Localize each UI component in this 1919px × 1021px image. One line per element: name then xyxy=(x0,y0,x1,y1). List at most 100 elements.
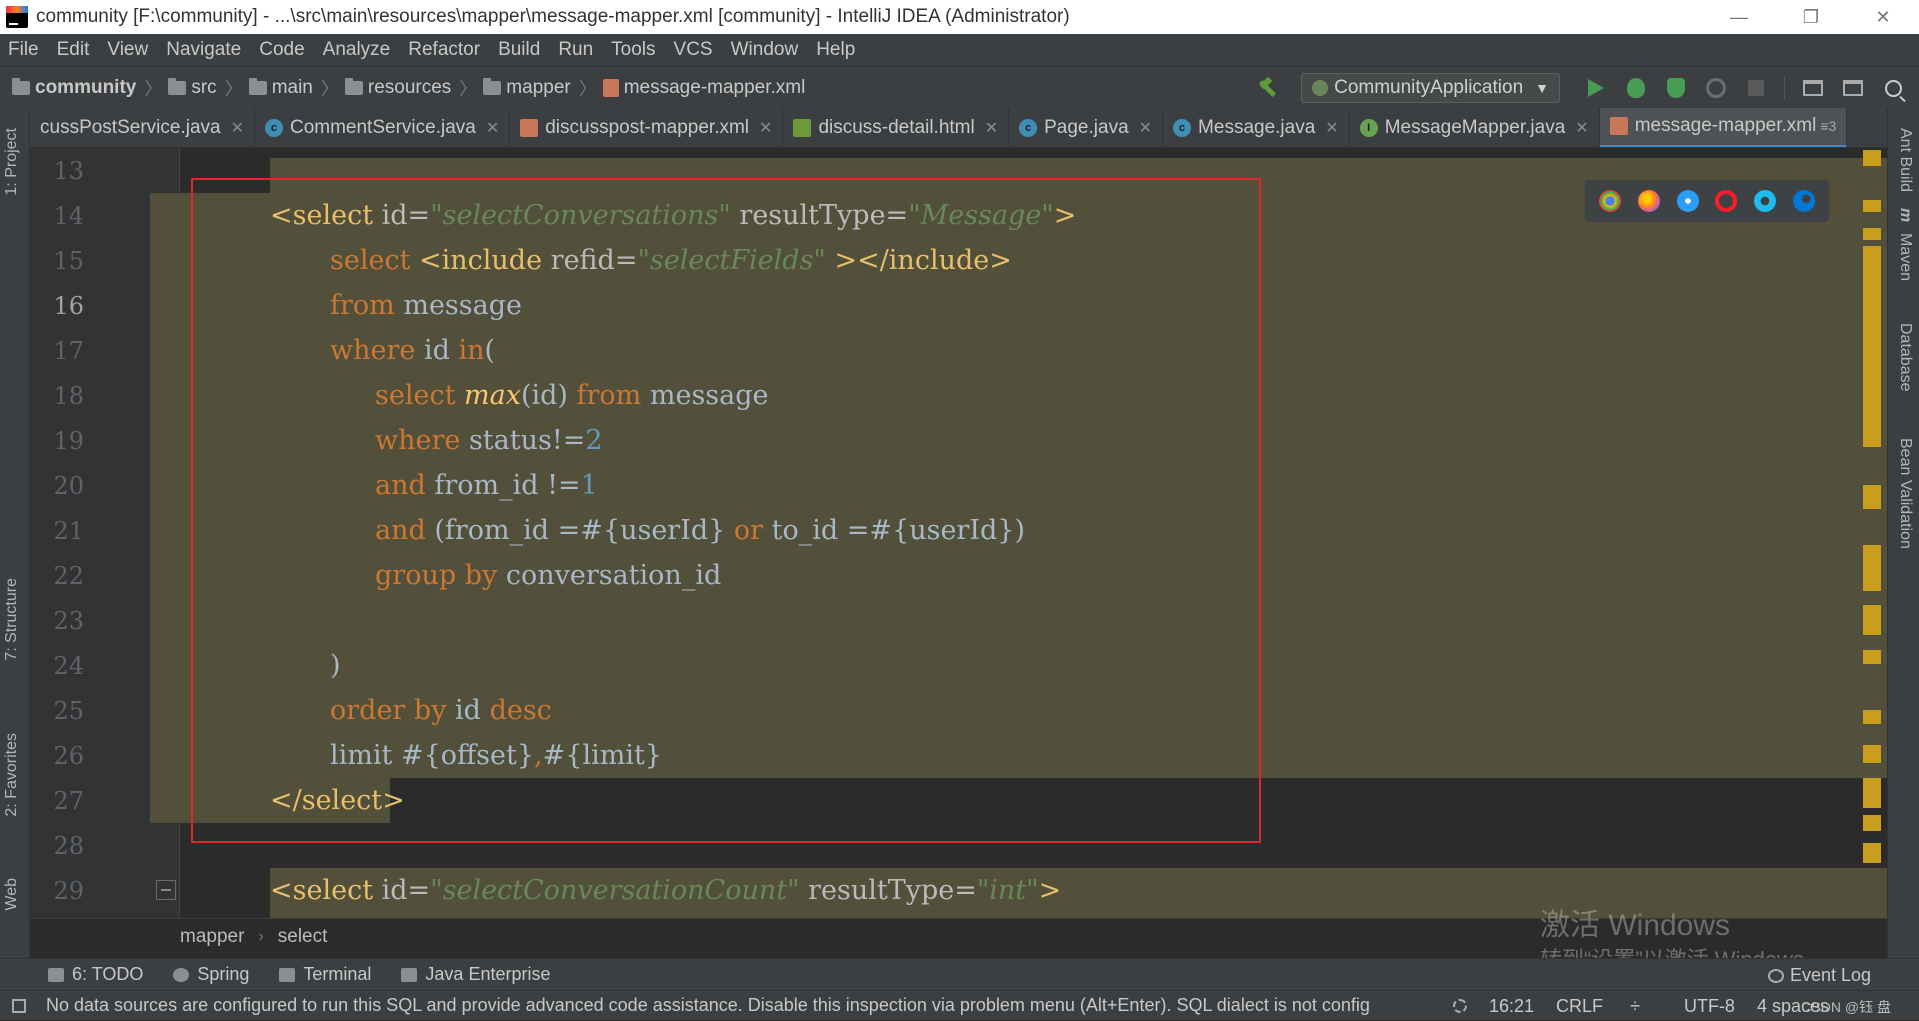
error-stripe[interactable] xyxy=(1863,150,1883,870)
stripe-marker[interactable] xyxy=(1863,710,1881,724)
stripe-marker[interactable] xyxy=(1863,150,1881,166)
line-number: 16 xyxy=(53,291,84,320)
todo-tool-button[interactable]: 6: TODO xyxy=(48,964,143,985)
menu-build[interactable]: Build xyxy=(498,39,540,61)
tab-messagemapper[interactable]: I MessageMapper.java ✕ xyxy=(1350,108,1600,147)
close-icon[interactable]: ✕ xyxy=(759,118,772,138)
tab-message-mapper[interactable]: message-mapper.xml ≡3 xyxy=(1599,108,1848,147)
opera-icon[interactable] xyxy=(1715,190,1738,212)
coverage-button[interactable] xyxy=(1664,76,1688,100)
firefox-icon[interactable] xyxy=(1637,190,1660,212)
run-button[interactable] xyxy=(1584,76,1608,100)
menu-edit[interactable]: Edit xyxy=(57,39,90,61)
line-number: 24 xyxy=(53,651,84,680)
tab-discuss-detail[interactable]: discuss-detail.html ✕ xyxy=(783,108,1010,147)
stripe-marker[interactable] xyxy=(1863,815,1881,831)
status-message: No data sources are configured to run th… xyxy=(46,995,1370,1015)
crumb-src[interactable]: src xyxy=(168,77,217,99)
folder-icon xyxy=(168,77,187,95)
code-line-26: limit #{offset}, #{limit} xyxy=(330,740,662,771)
stripe-marker[interactable] xyxy=(1863,485,1881,509)
close-icon[interactable]: ✕ xyxy=(1139,118,1152,138)
stripe-marker[interactable] xyxy=(1863,778,1881,808)
menu-navigate[interactable]: Navigate xyxy=(166,39,241,61)
build-hammer-icon[interactable] xyxy=(1257,77,1279,99)
tab-page[interactable]: c Page.java ✕ xyxy=(1009,108,1164,147)
safari-icon[interactable] xyxy=(1676,190,1699,212)
close-icon[interactable]: ✕ xyxy=(486,118,499,138)
menu-run[interactable]: Run xyxy=(558,39,593,61)
file-encoding[interactable]: UTF-8 xyxy=(1684,996,1735,1017)
line-separator[interactable]: CRLF ÷ xyxy=(1556,996,1662,1017)
bean-validation-tool-tab[interactable]: Bean Validation xyxy=(1896,438,1914,549)
favorites-tool-tab[interactable]: 2: Favorites xyxy=(3,733,21,817)
stripe-marker[interactable] xyxy=(1863,200,1881,212)
menu-help[interactable]: Help xyxy=(816,39,855,61)
stripe-marker[interactable] xyxy=(1863,395,1881,447)
run-configuration-select[interactable]: CommunityApplication ▼ xyxy=(1301,73,1560,103)
tab-message[interactable]: c Message.java ✕ xyxy=(1163,108,1350,147)
code-line-27: </select> xyxy=(270,785,405,816)
caret-position[interactable]: 16:21 xyxy=(1489,996,1534,1017)
event-log-button[interactable]: Event Log xyxy=(1767,965,1871,986)
close-icon[interactable]: ✕ xyxy=(231,118,244,138)
menu-analyze[interactable]: Analyze xyxy=(323,39,391,61)
code-content[interactable]: <select id= "selectConversations" resultT… xyxy=(150,148,1887,918)
tab-discusspost-mapper[interactable]: discusspost-mapper.xml ✕ xyxy=(510,108,784,147)
stripe-marker[interactable] xyxy=(1863,228,1881,240)
crumb-community[interactable]: community xyxy=(12,77,136,99)
stripe-marker[interactable] xyxy=(1863,650,1881,664)
tab-commentservice[interactable]: c CommentService.java ✕ xyxy=(255,108,511,147)
ant-build-tool-tab[interactable]: Ant Build xyxy=(1896,128,1914,192)
maven-tool-tab[interactable]: Maven xyxy=(1896,233,1914,281)
line-number: 22 xyxy=(53,561,84,590)
tab-list-icon[interactable]: ≡3 xyxy=(1820,118,1836,134)
menu-vcs[interactable]: VCS xyxy=(674,39,713,61)
structure-tool-tab[interactable]: 7: Structure xyxy=(3,578,21,661)
crumb-message-mapper[interactable]: message-mapper.xml xyxy=(602,77,805,99)
debug-button[interactable] xyxy=(1624,76,1648,100)
terminal-button[interactable] xyxy=(1841,76,1865,100)
java-enterprise-tool-button[interactable]: Java Enterprise xyxy=(401,964,550,985)
menu-tools[interactable]: Tools xyxy=(611,39,655,61)
code-editor[interactable]: 13 14 15 16 17 18 19 20 21 22 23 24 25 2… xyxy=(30,148,1887,918)
terminal-tool-button[interactable]: Terminal xyxy=(279,964,371,985)
stop-button[interactable] xyxy=(1744,76,1768,100)
crumb-main[interactable]: main xyxy=(248,77,313,99)
chrome-icon[interactable] xyxy=(1599,190,1622,212)
stripe-marker[interactable] xyxy=(1863,843,1881,863)
crumb-mapper[interactable]: mapper xyxy=(483,77,571,99)
terminal-icon xyxy=(279,967,296,982)
inspection-settings-icon[interactable] xyxy=(1452,999,1467,1013)
menu-window[interactable]: Window xyxy=(731,39,799,61)
restore-button[interactable]: ❐ xyxy=(1775,0,1847,34)
web-tool-tab[interactable]: Web xyxy=(3,878,21,911)
tool-windows-toggle-icon[interactable] xyxy=(12,999,26,1013)
profile-button[interactable] xyxy=(1704,76,1728,100)
menu-view[interactable]: View xyxy=(107,39,148,61)
edge-icon[interactable] xyxy=(1792,190,1815,212)
project-structure-button[interactable] xyxy=(1801,76,1825,100)
crumb-resources[interactable]: resources xyxy=(344,77,451,99)
fold-toggle[interactable] xyxy=(156,880,176,900)
database-tool-tab[interactable]: Database xyxy=(1896,323,1914,392)
stripe-marker[interactable] xyxy=(1863,745,1881,763)
breadcrumb-select[interactable]: select xyxy=(278,926,328,948)
stripe-marker[interactable] xyxy=(1863,545,1881,591)
internet-explorer-icon[interactable] xyxy=(1753,190,1776,212)
search-everywhere-button[interactable] xyxy=(1881,76,1905,100)
close-button[interactable]: ✕ xyxy=(1847,0,1919,34)
menu-file[interactable]: File xyxy=(8,39,39,61)
stripe-marker[interactable] xyxy=(1863,605,1881,635)
close-icon[interactable]: ✕ xyxy=(1575,118,1588,138)
breadcrumb-mapper[interactable]: mapper xyxy=(180,926,244,948)
menu-refactor[interactable]: Refactor xyxy=(408,39,480,61)
close-icon[interactable]: ✕ xyxy=(1325,118,1338,138)
tab-discusspostservice[interactable]: cussPostService.java ✕ xyxy=(30,108,255,147)
spring-tool-button[interactable]: Spring xyxy=(173,964,249,985)
project-tool-tab[interactable]: 1: Project xyxy=(3,128,21,196)
menu-code[interactable]: Code xyxy=(259,39,304,61)
close-icon[interactable]: ✕ xyxy=(985,118,998,138)
minimize-button[interactable]: — xyxy=(1703,0,1775,34)
